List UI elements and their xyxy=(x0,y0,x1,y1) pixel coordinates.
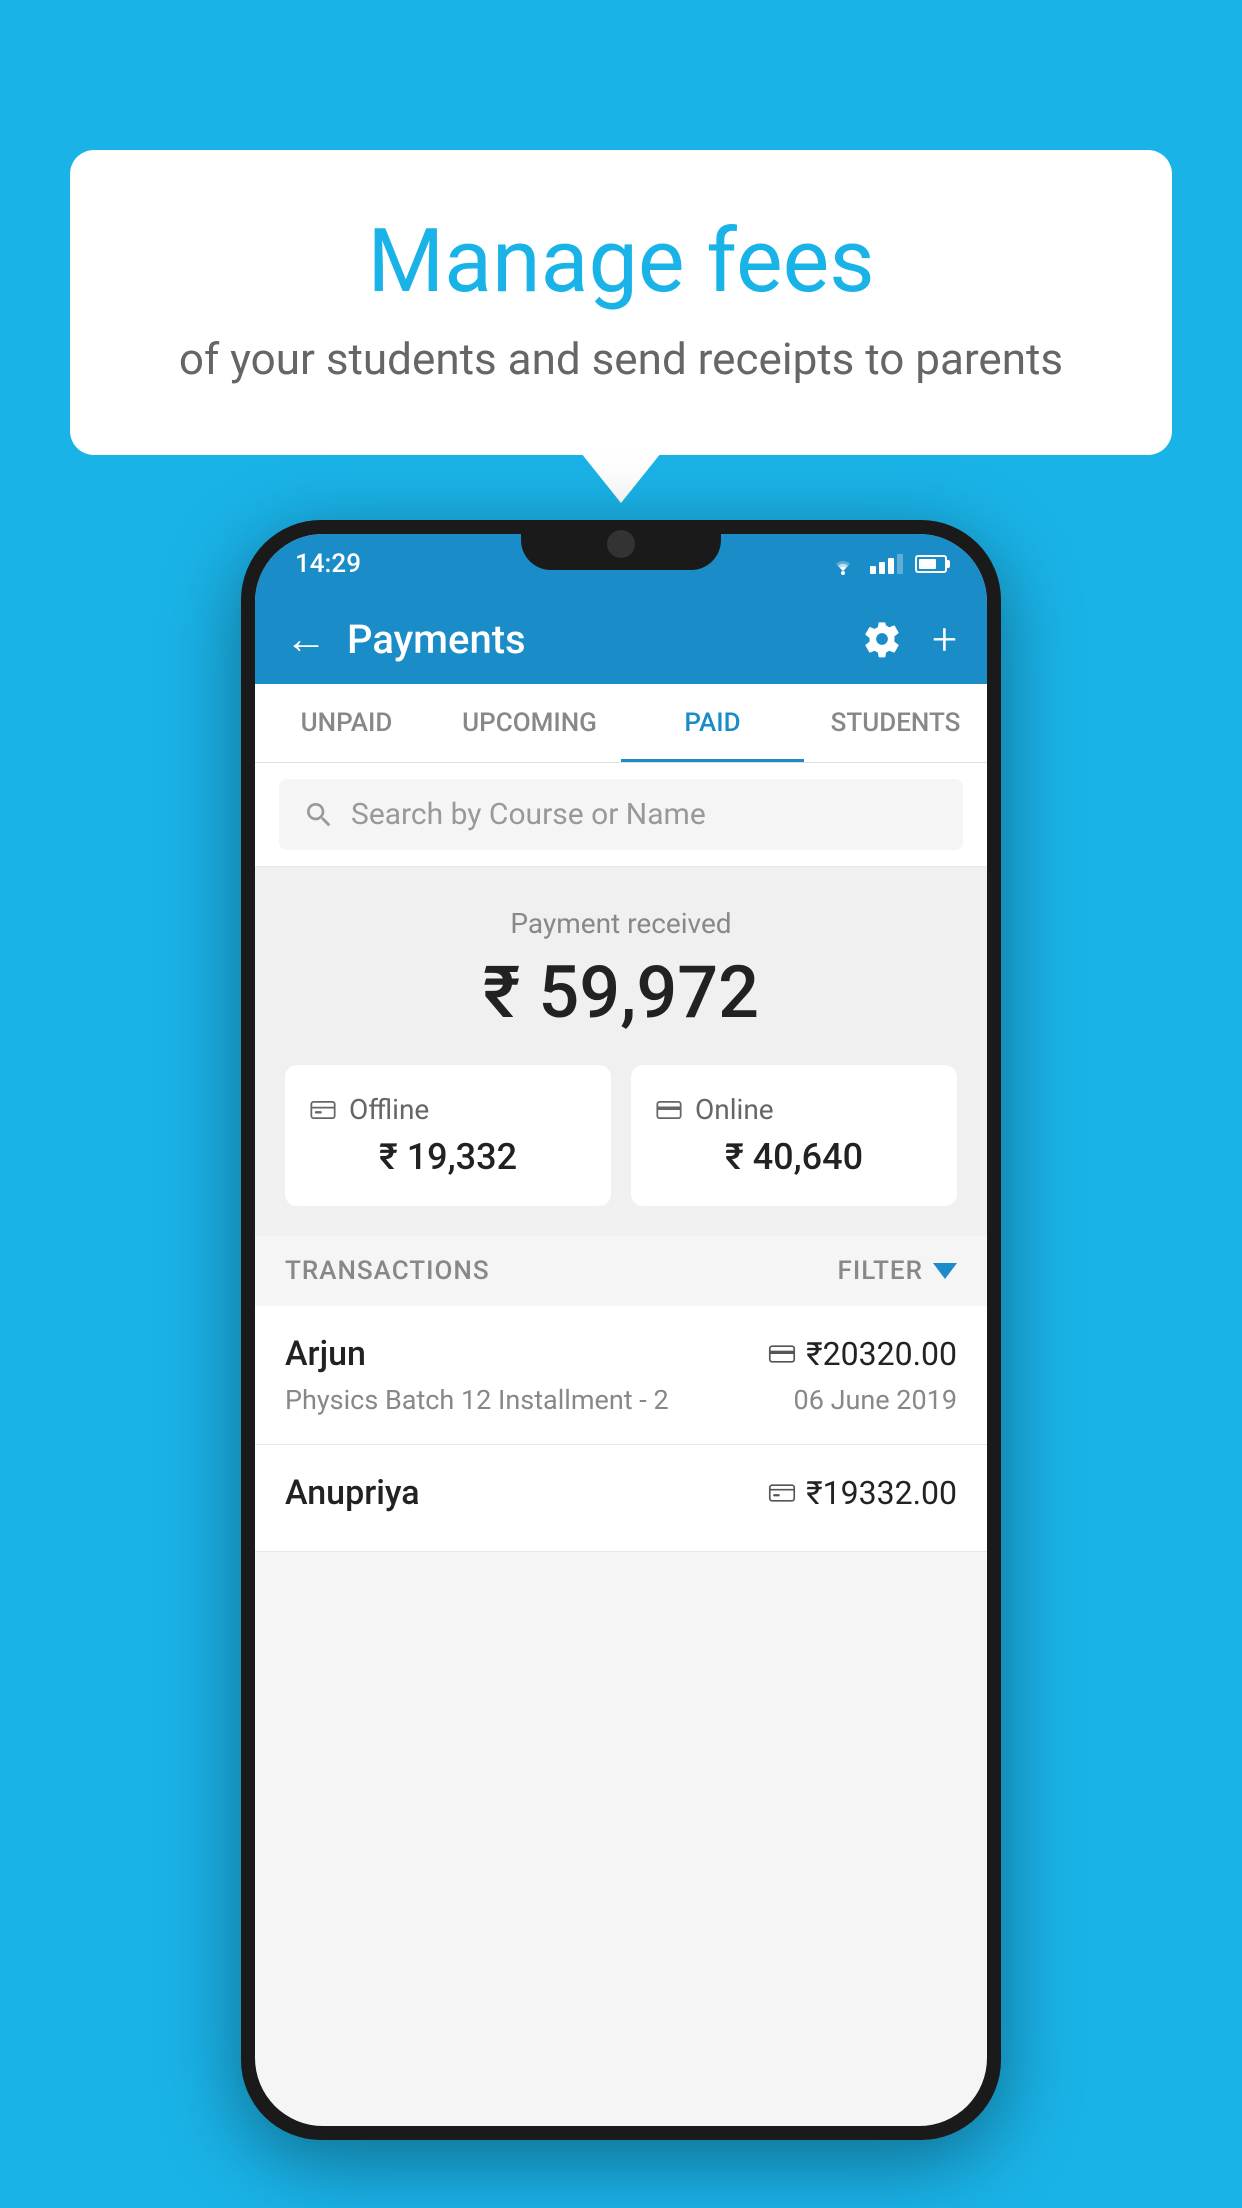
speech-bubble-container: Manage fees of your students and send re… xyxy=(70,150,1172,455)
transaction-row-top: Anupriya ₹19332.00 xyxy=(285,1473,957,1513)
offline-label: Offline xyxy=(349,1093,429,1126)
status-time: 14:29 xyxy=(295,549,361,579)
speech-bubble-subtitle: of your students and send receipts to pa… xyxy=(150,333,1092,385)
online-payment-card: Online ₹ 40,640 xyxy=(631,1065,957,1206)
offline-payment-card: Offline ₹ 19,332 xyxy=(285,1065,611,1206)
filter-icon xyxy=(933,1263,957,1279)
table-row[interactable]: Arjun ₹20320.00 Physics Batch 12 Install… xyxy=(255,1306,987,1445)
speech-bubble-title: Manage fees xyxy=(150,210,1092,313)
transaction-date: 06 June 2019 xyxy=(794,1384,957,1416)
transaction-name: Arjun xyxy=(285,1334,366,1374)
offline-amount: ₹ 19,332 xyxy=(309,1136,587,1178)
app-bar-title: Payments xyxy=(347,616,862,663)
payment-cards: Offline ₹ 19,332 Online ₹ 40,640 xyxy=(285,1065,957,1206)
card-payment-icon xyxy=(768,1344,796,1364)
offline-payment-icon xyxy=(768,1483,796,1503)
filter-label: FILTER xyxy=(838,1256,923,1286)
front-camera xyxy=(607,530,635,558)
search-input[interactable]: Search by Course or Name xyxy=(351,797,706,832)
offline-card-header: Offline xyxy=(309,1093,587,1126)
add-button[interactable]: + xyxy=(932,613,957,665)
transactions-header: TRANSACTIONS FILTER xyxy=(255,1236,987,1306)
transaction-course: Physics Batch 12 Installment - 2 xyxy=(285,1384,669,1416)
wifi-icon xyxy=(828,553,858,575)
app-bar-actions: + xyxy=(862,613,957,665)
phone-notch xyxy=(521,520,721,570)
tab-paid[interactable]: PAID xyxy=(621,684,804,762)
online-label: Online xyxy=(695,1093,774,1126)
tab-upcoming[interactable]: UPCOMING xyxy=(438,684,621,762)
tab-students[interactable]: STUDENTS xyxy=(804,684,987,762)
payment-received-label: Payment received xyxy=(285,907,957,940)
transaction-name: Anupriya xyxy=(285,1473,420,1513)
payment-total-amount: ₹ 59,972 xyxy=(285,950,957,1035)
transaction-row-top: Arjun ₹20320.00 xyxy=(285,1334,957,1374)
search-box[interactable]: Search by Course or Name xyxy=(279,779,963,850)
transaction-amount-container: ₹20320.00 xyxy=(768,1335,957,1373)
online-icon xyxy=(655,1096,683,1124)
transactions-label: TRANSACTIONS xyxy=(285,1256,490,1286)
transaction-amount: ₹20320.00 xyxy=(806,1335,957,1373)
tab-unpaid[interactable]: UNPAID xyxy=(255,684,438,762)
search-container: Search by Course or Name xyxy=(255,763,987,867)
battery-icon xyxy=(915,555,947,573)
payment-summary: Payment received ₹ 59,972 Offline ₹ 19,3… xyxy=(255,867,987,1236)
transaction-row-bottom: Physics Batch 12 Installment - 2 06 June… xyxy=(285,1384,957,1416)
phone-screen: 14:29 xyxy=(255,534,987,2126)
phone-device: 14:29 xyxy=(241,520,1001,2140)
table-row[interactable]: Anupriya ₹19332.00 xyxy=(255,1445,987,1552)
offline-icon xyxy=(309,1096,337,1124)
back-button[interactable]: ← xyxy=(285,615,327,664)
speech-bubble: Manage fees of your students and send re… xyxy=(70,150,1172,455)
gear-icon[interactable] xyxy=(862,619,902,659)
status-icons xyxy=(828,553,947,575)
filter-button[interactable]: FILTER xyxy=(838,1256,957,1286)
tab-bar: UNPAID UPCOMING PAID STUDENTS xyxy=(255,684,987,763)
app-bar: ← Payments + xyxy=(255,594,987,684)
online-card-header: Online xyxy=(655,1093,933,1126)
online-amount: ₹ 40,640 xyxy=(655,1136,933,1178)
transaction-amount: ₹19332.00 xyxy=(806,1474,957,1512)
search-icon xyxy=(303,799,335,831)
signal-icon xyxy=(870,554,903,574)
transaction-amount-container: ₹19332.00 xyxy=(768,1474,957,1512)
